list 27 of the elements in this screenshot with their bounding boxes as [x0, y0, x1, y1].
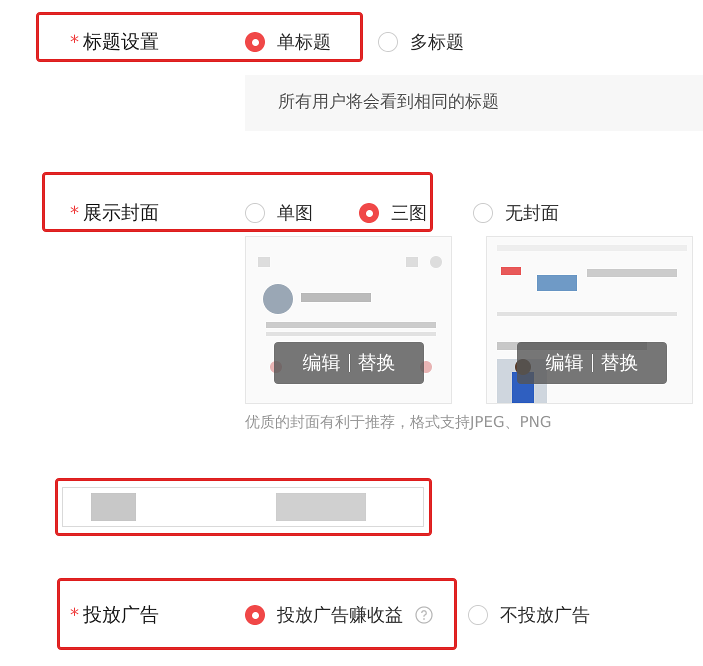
- radio-button[interactable]: [245, 32, 265, 52]
- edit-button[interactable]: 编辑: [546, 348, 584, 378]
- help-icon[interactable]: [415, 606, 433, 624]
- radio-button[interactable]: [245, 605, 265, 625]
- radio-button[interactable]: [359, 203, 379, 223]
- edit-button[interactable]: 编辑: [302, 348, 340, 378]
- radio-button[interactable]: [378, 32, 398, 52]
- field-label: 展示封面: [83, 200, 159, 226]
- option-label: 单图: [277, 202, 313, 226]
- option-label: 无封面: [505, 202, 559, 226]
- replace-button[interactable]: 替换: [600, 348, 638, 378]
- radio-button[interactable]: [468, 605, 488, 625]
- option-label: 投放广告赚收益: [277, 604, 403, 628]
- option-label: 三图: [391, 202, 427, 226]
- radio-button[interactable]: [245, 203, 265, 223]
- option-label: 多标题: [410, 30, 464, 54]
- required-mark: *: [70, 30, 79, 54]
- radio-button[interactable]: [473, 203, 493, 223]
- field-label: 投放广告: [83, 602, 159, 628]
- hint-text: 所有用户将会看到相同的标题: [278, 91, 499, 114]
- option-label: 单标题: [277, 30, 331, 54]
- required-mark: *: [70, 604, 79, 628]
- caption-text: 优质的封面有利于推荐，格式支持JPEG、PNG: [245, 413, 552, 431]
- field-label: 标题设置: [83, 30, 159, 55]
- option-label: 不投放广告: [500, 604, 590, 628]
- replace-button[interactable]: 替换: [358, 348, 396, 378]
- required-mark: *: [70, 202, 79, 226]
